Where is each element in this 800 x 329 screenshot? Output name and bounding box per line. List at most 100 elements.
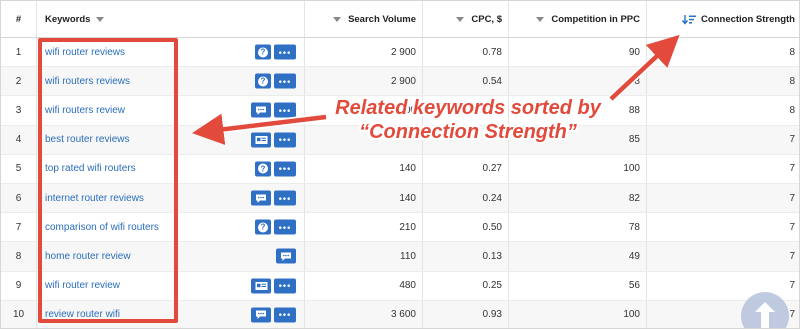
more-icon[interactable]: ••• [274,190,296,206]
header-connection-strength-label: Connection Strength [701,13,795,25]
annotation-line-1: Related keywords sorted by [335,97,601,119]
row-number-text: 2 [15,75,22,87]
cpc-cell: 0.13 [423,242,509,271]
row-number-text: 6 [15,192,22,204]
more-icon[interactable]: ••• [274,219,296,235]
header-connection-strength[interactable]: Connection Strength [647,1,799,37]
competition-cell: 56 [509,271,647,300]
cpc-cell: 0.27 [423,154,509,183]
header-competition[interactable]: Competition in PPC [509,1,647,37]
table-header: # Keywords Search Volume CPC, $ Competit… [1,1,799,38]
header-cpc[interactable]: CPC, $ [423,1,509,37]
connection-strength-cell-text: 8 [789,46,795,58]
connection-strength-cell-text: 7 [789,280,795,292]
more-icon[interactable]: ••• [274,102,296,118]
header-number: # [1,1,37,37]
cpc-cell-text: 0.24 [482,192,502,204]
connection-strength-cell-text: 7 [789,250,795,262]
competition-cell-text: 90 [628,46,640,58]
row-number-text: 10 [12,309,25,321]
row-number-text: 4 [15,134,22,146]
row-number-text: 7 [15,221,22,233]
more-icon[interactable]: ••• [274,278,296,294]
search-volume-cell-text: 140 [399,192,416,204]
header-search-volume-label: Search Volume [348,13,416,25]
row-number: 2 [1,67,37,96]
row-number-text: 3 [15,104,22,116]
keyword-actions: ••• [251,190,296,206]
competition-cell: 49 [509,242,647,271]
more-icon[interactable]: ••• [274,73,296,89]
cpc-cell: 0.54 [423,67,509,96]
row-number: 9 [1,271,37,300]
more-icon[interactable]: ••• [274,307,296,323]
search-volume-cell: 140 [305,183,423,213]
more-icon[interactable]: ••• [274,44,296,60]
header-cpc-label: CPC, $ [471,13,502,25]
question-icon[interactable]: ? [255,44,271,60]
connection-strength-cell: 8 [647,38,799,66]
connection-strength-cell: 7 [647,184,799,212]
cpc-cell-text: 0.93 [482,309,502,321]
question-icon[interactable]: ? [255,73,271,89]
competition-cell: 90 [509,38,647,67]
row-number-text: 8 [15,250,22,262]
competition-cell-text: 88 [628,75,640,87]
header-competition-label: Competition in PPC [551,13,640,25]
search-volume-cell: 2 900 [305,67,423,96]
connection-strength-cell: 7 [647,155,799,183]
competition-cell-text: 100 [623,309,640,321]
connection-strength-cell-text: 8 [789,75,795,87]
cpc-cell: 0.78 [423,38,509,67]
keyword-actions: ? ••• [255,44,296,60]
cpc-cell: 0.50 [423,213,509,242]
header-keywords[interactable]: Keywords [37,1,305,37]
row-number-text: 9 [15,280,22,292]
search-volume-cell-text: 480 [399,280,416,292]
search-volume-cell-text: 210 [399,221,416,233]
sort-descending-icon [682,14,697,25]
chat-bubble-icon[interactable] [251,190,271,206]
header-keywords-label: Keywords [45,13,91,25]
more-icon[interactable]: ••• [274,161,296,177]
annotation-callout: Related keywords sorted by “Connection S… [303,96,633,144]
row-number: 10 [1,300,37,328]
keyword-actions: ? ••• [255,161,296,177]
keyword-table: # Keywords Search Volume CPC, $ Competit… [0,0,800,329]
competition-cell: 100 [509,154,647,183]
row-number: 7 [1,213,37,242]
card-icon[interactable] [251,132,271,148]
chat-bubble-icon[interactable] [251,307,271,323]
cpc-cell-text: 0.27 [482,163,502,175]
sort-caret-icon [536,16,545,22]
header-search-volume[interactable]: Search Volume [305,1,423,37]
row-number-text: 1 [15,46,22,58]
row-number: 5 [1,154,37,183]
search-volume-cell-text: 140 [399,163,416,175]
keyword-actions: ••• [251,307,296,323]
search-volume-cell: 3 600 [305,300,423,328]
cpc-cell-text: 0.78 [482,46,502,58]
connection-strength-cell-text: 7 [789,192,795,204]
cpc-cell-text: 0.50 [482,221,502,233]
competition-cell-text: 56 [628,280,640,292]
arrow-up-icon [755,302,775,328]
connection-strength-cell: 7 [647,242,799,270]
competition-cell-text: 78 [628,221,640,233]
more-icon[interactable]: ••• [274,132,296,148]
chat-bubble-icon[interactable] [251,102,271,118]
cpc-cell-text: 0.54 [482,75,502,87]
keyword-actions: ••• [251,278,296,294]
competition-cell: 88 [509,67,647,96]
competition-cell: 82 [509,183,647,213]
search-volume-cell: 480 [305,271,423,300]
chat-bubble-icon[interactable] [276,248,296,264]
search-volume-cell-text: 3 600 [390,309,416,321]
card-icon[interactable] [251,278,271,294]
search-volume-cell: 110 [305,242,423,271]
question-icon[interactable]: ? [255,161,271,177]
cpc-cell-text: 0.25 [482,280,502,292]
search-volume-cell: 140 [305,154,423,183]
keyword-actions: ••• [251,102,296,118]
question-icon[interactable]: ? [255,219,271,235]
